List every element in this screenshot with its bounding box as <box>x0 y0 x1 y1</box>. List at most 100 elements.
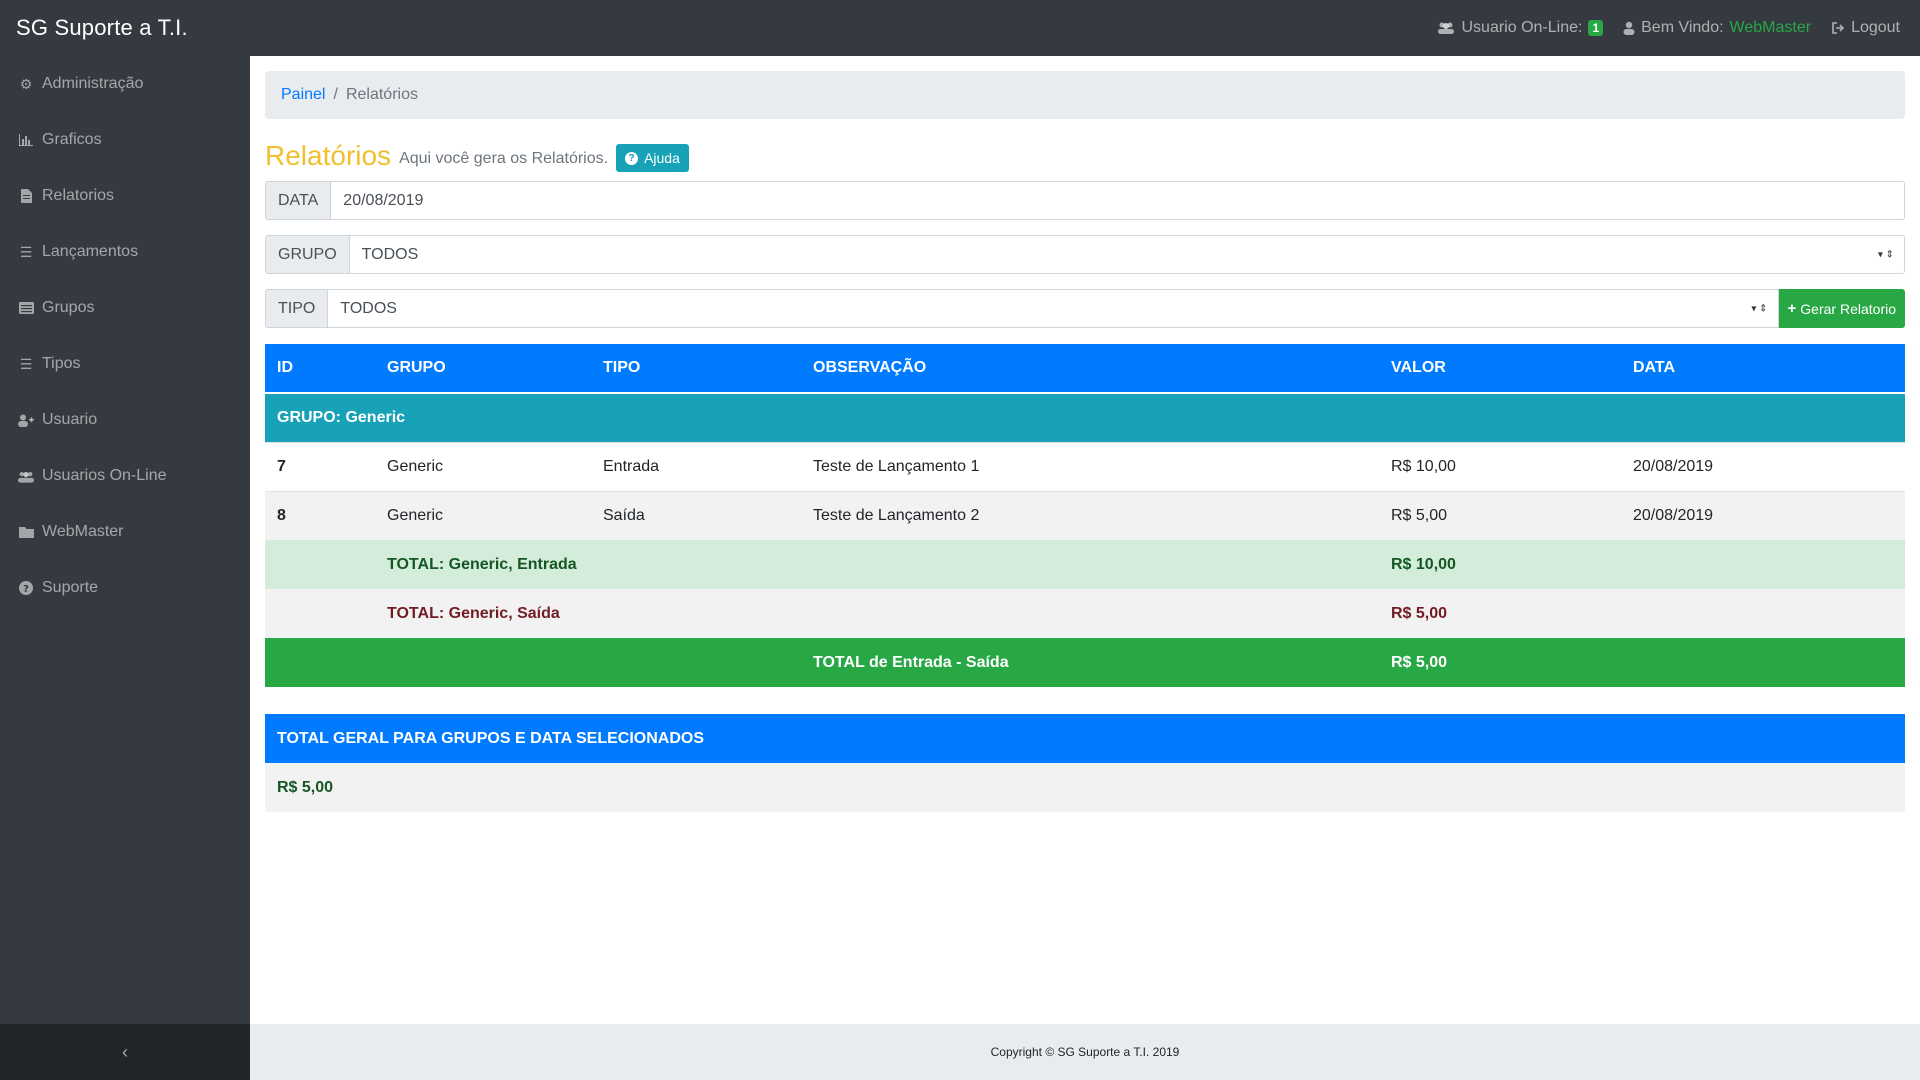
sidebar-item-label: Tipos <box>42 355 81 372</box>
cell-data: 20/08/2019 <box>1621 490 1905 540</box>
sidebar-item-graficos[interactable]: Graficos <box>0 112 250 168</box>
gerar-relatorio-button[interactable]: + Gerar Relatorio <box>1778 289 1905 328</box>
sidebar-item-label: Usuario <box>42 411 98 428</box>
net-total-row: TOTAL de Entrada - Saída R$ 5,00 <box>265 638 1905 687</box>
empty-cell <box>265 589 375 638</box>
select-caret-icon: ▾ ⇕ <box>1877 249 1894 260</box>
navbar-right: Usuario On-Line: 1 Bem Vindo: WebMaster … <box>1437 19 1904 37</box>
cell-grupo: Generic <box>375 441 591 491</box>
sign-out-icon <box>1832 22 1845 34</box>
empty-cell <box>265 638 801 687</box>
tipo-filter-select[interactable]: TODOS ▾ ⇕ <box>327 289 1779 328</box>
sidebar: ⚙ Administração Graficos Relatorios ☰ La… <box>0 56 250 1024</box>
sidebar-item-label: Lançamentos <box>42 243 139 260</box>
list-alt-icon <box>18 302 34 314</box>
breadcrumb-separator: / <box>333 86 338 103</box>
cell-id: 7 <box>265 441 375 491</box>
total-saida-row: TOTAL: Generic, Saída R$ 5,00 <box>265 589 1905 638</box>
online-users-indicator[interactable]: Usuario On-Line: 1 <box>1437 19 1604 37</box>
logout-link[interactable]: Logout <box>1831 19 1900 37</box>
cell-grupo: Generic <box>375 490 591 540</box>
page-subtitle: Aqui você gera os Relatórios. <box>399 150 609 167</box>
grupo-filter-group: GRUPO TODOS ▾ ⇕ <box>265 235 1905 274</box>
sidebar-item-administracao[interactable]: ⚙ Administração <box>0 56 250 112</box>
empty-cell <box>265 540 375 589</box>
svg-text:?: ? <box>23 584 29 595</box>
sidebar-toggle-button[interactable]: ‹ <box>0 1024 250 1080</box>
sidebar-item-usuarios-online[interactable]: Usuarios On-Line <box>0 448 250 504</box>
total-entrada-row: TOTAL: Generic, Entrada R$ 10,00 <box>265 540 1905 589</box>
empty-cell <box>1621 638 1905 687</box>
list-icon: ☰ <box>19 243 33 260</box>
summary-value: R$ 5,00 <box>277 778 334 796</box>
col-header-id[interactable]: ID <box>265 344 375 394</box>
sidebar-item-label: Administração <box>42 75 144 92</box>
sidebar-item-relatorios[interactable]: Relatorios <box>0 168 250 224</box>
report-header-row: ID GRUPO TIPO OBSERVAÇÃO VALOR DATA <box>265 344 1905 394</box>
data-filter-value: 20/08/2019 <box>343 191 424 209</box>
copyright-text: Copyright © SG Suporte a T.I. 2019 <box>990 1045 1180 1059</box>
total-entrada-label: TOTAL: Generic, Entrada <box>387 555 577 573</box>
breadcrumb: Painel / Relatórios <box>265 71 1905 119</box>
sidebar-item-webmaster[interactable]: WebMaster <box>0 504 250 560</box>
sidebar-item-label: Relatorios <box>42 187 115 204</box>
sidebar-item-tipos[interactable]: ☰ Tipos <box>0 336 250 392</box>
col-header-tipo[interactable]: TIPO <box>591 344 801 394</box>
chevron-left-icon: ‹ <box>122 1041 128 1062</box>
logout-label: Logout <box>1851 19 1900 36</box>
tipo-filter-value: TODOS <box>340 299 397 317</box>
total-entrada-value: R$ 10,00 <box>1391 555 1456 573</box>
list-icon: ☰ <box>19 355 33 372</box>
cell-id: 8 <box>265 490 375 540</box>
table-row[interactable]: 8 Generic Saída Teste de Lançamento 2 R$… <box>265 490 1905 540</box>
welcome-username: WebMaster <box>1729 19 1812 36</box>
col-header-valor[interactable]: VALOR <box>1379 344 1621 394</box>
sidebar-item-label: Graficos <box>42 131 102 148</box>
data-filter-label: DATA <box>265 181 331 220</box>
cell-tipo: Saída <box>591 490 801 540</box>
help-button-label: Ajuda <box>644 150 680 166</box>
help-button[interactable]: ? Ajuda <box>616 144 689 172</box>
grupo-filter-select[interactable]: TODOS ▾ ⇕ <box>348 235 1905 274</box>
question-circle-icon: ? <box>18 581 34 595</box>
table-row[interactable]: 7 Generic Entrada Teste de Lançamento 1 … <box>265 441 1905 491</box>
breadcrumb-current: Relatórios <box>345 86 418 103</box>
cell-observacao: Teste de Lançamento 2 <box>801 490 1379 540</box>
users-icon <box>18 470 34 483</box>
brand-logo-text[interactable]: SG Suporte a T.I. <box>16 15 188 41</box>
summary-table: TOTAL GERAL PARA GRUPOS E DATA SELECIONA… <box>265 714 1905 812</box>
tipo-filter-group: TIPO TODOS ▾ ⇕ + Gerar Relatorio <box>265 289 1905 328</box>
col-header-grupo[interactable]: GRUPO <box>375 344 591 394</box>
folder-icon <box>18 526 34 538</box>
breadcrumb-link-painel[interactable]: Painel <box>281 86 325 104</box>
sidebar-item-label: Grupos <box>42 299 95 316</box>
cell-tipo: Entrada <box>591 441 801 491</box>
sidebar-item-usuario[interactable]: Usuario <box>0 392 250 448</box>
footer: Copyright © SG Suporte a T.I. 2019 <box>250 1024 1920 1080</box>
welcome-user-indicator[interactable]: Bem Vindo: WebMaster <box>1623 19 1811 37</box>
data-filter-group: DATA 20/08/2019 <box>265 181 1905 220</box>
user-plus-icon <box>18 414 34 427</box>
sidebar-item-grupos[interactable]: Grupos <box>0 280 250 336</box>
group-header-row: GRUPO: Generic <box>265 393 1905 442</box>
net-total-label: TOTAL de Entrada - Saída <box>813 653 1009 671</box>
sidebar-item-label: Usuarios On-Line <box>42 467 167 484</box>
online-users-label: Usuario On-Line: <box>1461 19 1583 36</box>
users-icon <box>1438 22 1455 34</box>
plus-icon: + <box>1787 300 1797 317</box>
summary-value-row: R$ 5,00 <box>265 763 1905 812</box>
grupo-filter-value: TODOS <box>361 245 419 263</box>
total-saida-value: R$ 5,00 <box>1391 604 1448 622</box>
total-saida-label: TOTAL: Generic, Saída <box>387 604 560 622</box>
sidebar-item-suporte[interactable]: ? Suporte <box>0 560 250 616</box>
data-filter-input[interactable]: 20/08/2019 <box>330 181 1905 220</box>
gears-icon: ⚙ <box>19 75 33 92</box>
col-header-observacao[interactable]: OBSERVAÇÃO <box>801 344 1379 394</box>
col-header-data[interactable]: DATA <box>1621 344 1905 394</box>
bar-chart-icon <box>18 134 34 146</box>
cell-valor: R$ 10,00 <box>1379 441 1621 491</box>
summary-header-row: TOTAL GERAL PARA GRUPOS E DATA SELECIONA… <box>265 714 1905 763</box>
main-content: Painel / Relatórios Relatórios Aqui você… <box>250 56 1920 1024</box>
report-table: ID GRUPO TIPO OBSERVAÇÃO VALOR DATA GRUP… <box>265 344 1905 687</box>
sidebar-item-lancamentos[interactable]: ☰ Lançamentos <box>0 224 250 280</box>
